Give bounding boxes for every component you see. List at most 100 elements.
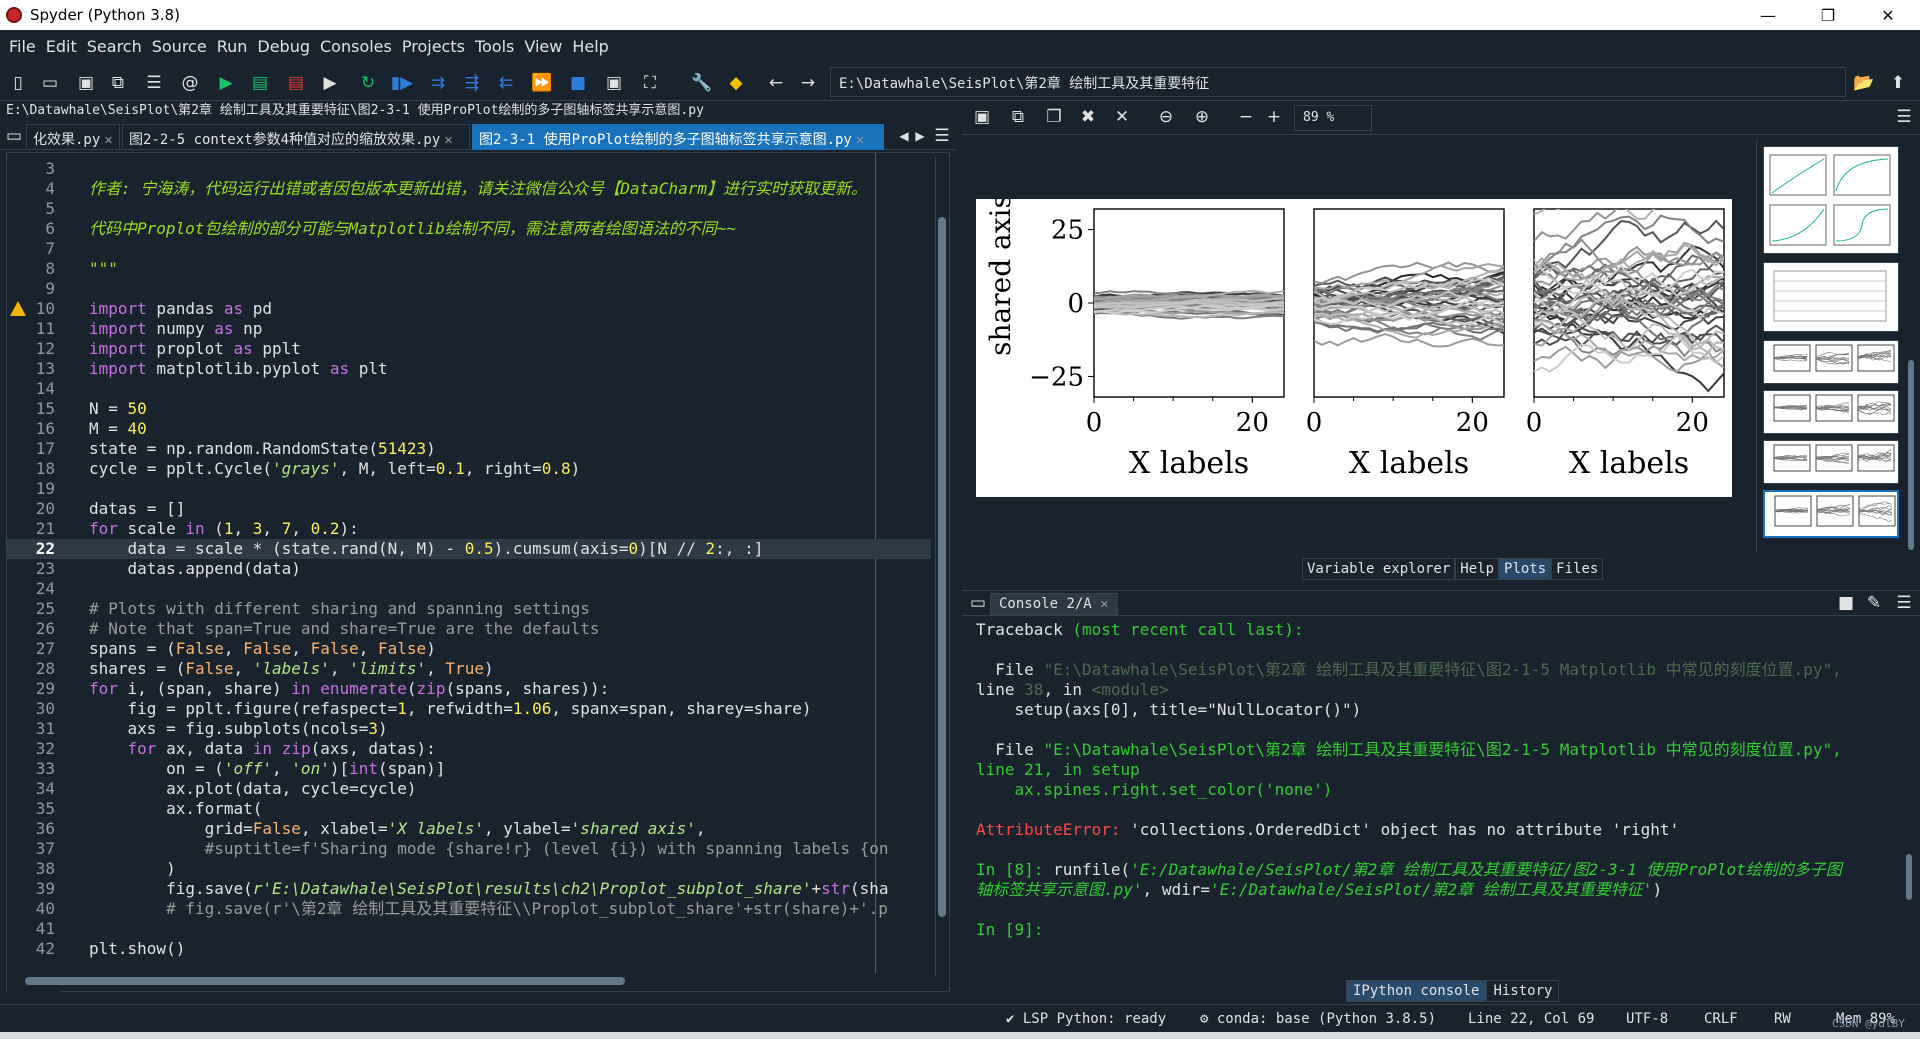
status-bar: ✔ LSP Python: ready ⚙ conda: base (Pytho… <box>0 1004 1920 1032</box>
menu-edit[interactable]: Edit <box>41 30 82 63</box>
remove-plot-icon[interactable]: ✖ <box>1076 105 1100 129</box>
zoom-level-field[interactable]: 89 % <box>1294 105 1372 131</box>
copy-plot-icon[interactable]: ❐ <box>1042 105 1066 129</box>
save-file-icon[interactable]: ▣ <box>74 71 98 95</box>
editor-tab-3[interactable]: 图2-3-1 使用ProPlot绘制的多子图轴标签共享示意图.py ✕ <box>472 124 884 150</box>
save-plot-icon[interactable]: ▣ <box>970 105 994 129</box>
tab-files[interactable]: Files <box>1551 558 1604 580</box>
open-file-icon[interactable]: ▭ <box>38 71 62 95</box>
menu-view[interactable]: View <box>519 30 567 63</box>
forward-arrow-icon[interactable]: → <box>796 71 820 95</box>
stop-debug-icon[interactable]: ■ <box>566 71 590 95</box>
scrollbar-thumb[interactable] <box>938 217 946 917</box>
previous-plot-icon[interactable]: ⊖ <box>1154 105 1178 129</box>
code-editor[interactable]: 3 4 作者: 宁海涛，代码运行出错或者因包版本更新出错，请关注微信公众号【Dat… <box>6 152 950 993</box>
console-prompt[interactable]: In [9]: <box>976 920 1043 940</box>
parent-directory-icon[interactable]: ⬆ <box>1886 71 1910 95</box>
plot-thumbnail-selected[interactable] <box>1763 490 1899 538</box>
python-path-icon[interactable]: ◆ <box>724 71 748 95</box>
run-selection-icon[interactable]: ▶ <box>318 71 342 95</box>
line-number: 35 <box>35 799 55 818</box>
scrollbar-thumb[interactable] <box>1906 854 1912 900</box>
working-directory-input[interactable]: E:\Datawhale\SeisPlot\第2章 绘制工具及其重要特征 <box>830 67 1846 97</box>
menu-consoles[interactable]: Consoles <box>315 30 397 63</box>
plot-thumbnails[interactable] <box>1756 140 1902 552</box>
plots-toolbar: ▣ ⧉ ❐ ✖ ✕ ⊖ ⊕ − + ☰ <box>962 101 1920 135</box>
menu-search[interactable]: Search <box>82 30 147 63</box>
back-arrow-icon[interactable]: ← <box>764 71 788 95</box>
maximize-pane-icon[interactable]: ▣ <box>602 71 626 95</box>
close-tab-icon[interactable]: ✕ <box>856 132 864 148</box>
rerun-icon[interactable]: ↻ <box>356 71 380 95</box>
remove-all-plots-icon[interactable]: ✕ <box>1110 105 1134 129</box>
save-all-icon[interactable]: ⧉ <box>106 71 130 95</box>
new-file-icon[interactable]: ▯ <box>6 71 30 95</box>
plot-thumbnail[interactable] <box>1763 390 1899 434</box>
plots-options-menu-icon[interactable]: ☰ <box>1892 105 1916 129</box>
clear-console-icon[interactable]: ✎ <box>1862 591 1886 615</box>
plot-thumbnail[interactable] <box>1763 146 1899 254</box>
console-options-menu-icon[interactable]: ☰ <box>1892 591 1916 615</box>
console-text: File <box>976 660 1044 679</box>
fullscreen-icon[interactable]: ⛶ <box>638 71 662 95</box>
zoom-in-icon[interactable]: + <box>1262 105 1286 129</box>
menu-tools[interactable]: Tools <box>470 30 519 63</box>
tab-variable-explorer[interactable]: Variable explorer <box>1302 558 1456 580</box>
editor-tab-1[interactable]: 化效果.py ✕ <box>26 124 120 150</box>
close-window-button[interactable]: ✕ <box>1860 0 1916 30</box>
close-tab-icon[interactable]: ✕ <box>1100 596 1108 612</box>
plot-thumbnail[interactable] <box>1763 340 1899 384</box>
browse-tabs-icon[interactable]: ▭ <box>2 124 26 148</box>
minimize-button[interactable]: — <box>1740 0 1796 30</box>
continue-icon[interactable]: ⏩ <box>530 71 554 95</box>
at-icon[interactable]: @ <box>178 71 202 95</box>
restore-button[interactable]: ❐ <box>1800 0 1856 30</box>
console-text: , in <box>1043 680 1092 699</box>
x-tick-label: 20 <box>1236 408 1269 438</box>
browse-folder-icon[interactable]: 📂 <box>1852 71 1876 95</box>
menu-help[interactable]: Help <box>567 30 613 63</box>
step-icon[interactable]: ⇉ <box>426 71 450 95</box>
console-scrollbar[interactable] <box>1904 624 1914 974</box>
editor-tab-2[interactable]: 图2-2-5 context参数4种值对应的缩放效果.py ✕ <box>122 124 470 150</box>
interrupt-kernel-icon[interactable]: ■ <box>1834 591 1858 615</box>
menu-run[interactable]: Run <box>212 30 253 63</box>
step-return-icon[interactable]: ⇇ <box>494 71 518 95</box>
x-tick-label: 0 <box>1526 408 1543 438</box>
tab-ipython-console[interactable]: IPython console <box>1346 980 1487 1002</box>
run-cell-icon[interactable]: ▤ <box>248 71 272 95</box>
thumbnails-scrollbar[interactable] <box>1906 140 1916 552</box>
plot-thumbnail[interactable] <box>1763 440 1899 484</box>
next-plot-icon[interactable]: ⊕ <box>1190 105 1214 129</box>
list-icon[interactable]: ☰ <box>142 71 166 95</box>
menu-source[interactable]: Source <box>147 30 212 63</box>
console-text: line <box>976 680 1025 699</box>
editor-horizontal-scrollbar[interactable] <box>21 975 921 987</box>
tab-help[interactable]: Help <box>1455 558 1500 580</box>
debug-icon[interactable]: ▮▶ <box>390 71 414 95</box>
scrollbar-thumb[interactable] <box>25 977 625 985</box>
tab-plots[interactable]: Plots <box>1499 558 1552 580</box>
run-icon[interactable]: ▶ <box>214 71 238 95</box>
line-number: 19 <box>35 479 55 498</box>
plot-thumbnail[interactable] <box>1763 262 1899 332</box>
close-tab-icon[interactable]: ✕ <box>104 132 112 148</box>
zoom-out-icon[interactable]: − <box>1234 105 1258 129</box>
preferences-wrench-icon[interactable]: 🔧 <box>690 71 714 95</box>
scrollbar-thumb[interactable] <box>1908 360 1914 550</box>
step-into-icon[interactable]: ⇶ <box>460 71 484 95</box>
editor-vertical-scrollbar[interactable] <box>935 157 947 977</box>
tab-history[interactable]: History <box>1486 980 1560 1002</box>
menu-file[interactable]: File <box>4 30 41 63</box>
console-tab[interactable]: Console 2/A ✕ <box>990 593 1118 615</box>
browse-consoles-icon[interactable]: ▭ <box>966 591 990 615</box>
menu-debug[interactable]: Debug <box>252 30 315 63</box>
save-all-plots-icon[interactable]: ⧉ <box>1006 105 1030 129</box>
ipython-console[interactable]: Traceback (most recent call last): File … <box>966 618 1906 978</box>
run-cell-advance-icon[interactable]: ▤ <box>284 71 308 95</box>
subplot-panels: 0 20X labels250−250 20X labels0 20X labels <box>1029 208 1725 481</box>
close-tab-icon[interactable]: ✕ <box>444 132 452 148</box>
tab-scroll-right-icon[interactable]: ▶ <box>908 124 932 148</box>
editor-options-menu-icon[interactable]: ☰ <box>930 124 954 148</box>
menu-projects[interactable]: Projects <box>397 30 470 63</box>
